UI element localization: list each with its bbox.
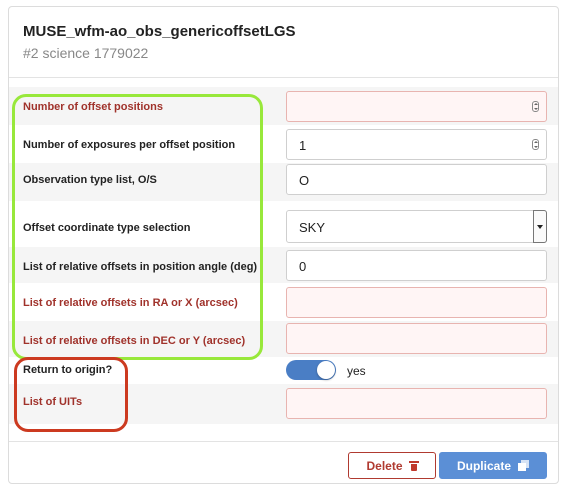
coord-type-select[interactable]: SKY xyxy=(286,210,547,243)
template-panel: MUSE_wfm-ao_obs_genericoffsetLGS #2 scie… xyxy=(8,6,559,484)
ra-offsets-input[interactable] xyxy=(286,287,547,318)
delete-button[interactable]: Delete xyxy=(348,452,436,479)
offset-positions-input[interactable] xyxy=(286,91,547,122)
spinner-icon[interactable] xyxy=(532,101,539,112)
duplicate-button[interactable]: Duplicate xyxy=(439,452,547,479)
copy-icon xyxy=(518,460,529,471)
template-subtitle: #2 science 1779022 xyxy=(23,45,149,61)
pos-angle-offsets-input[interactable]: 0 xyxy=(286,250,547,281)
highlight-offset-params xyxy=(12,94,263,360)
trash-icon xyxy=(408,460,419,471)
panel-header: MUSE_wfm-ao_obs_genericoffsetLGS #2 scie… xyxy=(9,7,558,78)
uits-list-input[interactable] xyxy=(286,388,547,419)
duplicate-button-label: Duplicate xyxy=(456,458,511,473)
toggle-state-label: yes xyxy=(347,364,366,378)
panel-footer: Delete Duplicate xyxy=(9,441,558,479)
delete-button-label: Delete xyxy=(366,458,403,473)
toggle-knob xyxy=(317,361,335,379)
return-to-origin-toggle[interactable] xyxy=(286,360,336,380)
template-title: MUSE_wfm-ao_obs_genericoffsetLGS xyxy=(23,23,296,40)
highlight-return-uits xyxy=(14,357,128,432)
spinner-icon[interactable] xyxy=(532,139,539,150)
exposures-per-offset-input[interactable]: 1 xyxy=(286,129,547,160)
chevron-down-icon[interactable] xyxy=(533,210,547,243)
obs-type-list-input[interactable]: O xyxy=(286,164,547,195)
dec-offsets-input[interactable] xyxy=(286,323,547,354)
